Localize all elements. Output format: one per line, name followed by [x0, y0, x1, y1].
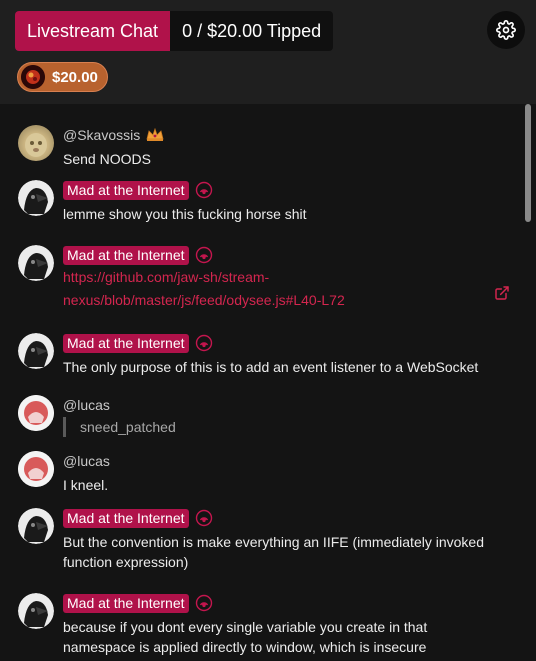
broadcast-icon: [195, 181, 212, 199]
avatar[interactable]: [18, 508, 54, 544]
broadcast-icon: [195, 334, 212, 352]
header-title-group: Livestream Chat 0 / $20.00 Tipped: [15, 11, 334, 51]
message-quote: sneed_patched: [63, 417, 514, 437]
message-author[interactable]: Mad at the Internet: [63, 180, 189, 200]
message-text-line: function expression): [63, 554, 189, 570]
chat-title: Livestream Chat: [15, 11, 171, 51]
message-text-line: But the convention is make everything an…: [63, 534, 484, 550]
message-text: because if you dont every single variabl…: [63, 617, 514, 657]
avatar[interactable]: [18, 125, 54, 161]
broadcast-icon: [195, 246, 212, 264]
message-text: The only purpose of this is to add an ev…: [63, 359, 479, 375]
message-author[interactable]: Mad at the Internet: [63, 245, 189, 265]
message-author[interactable]: Mad at the Internet: [63, 508, 189, 528]
broadcast-icon: [195, 594, 212, 612]
avatar[interactable]: [18, 245, 54, 281]
message-text-line: because if you dont every single variabl…: [63, 619, 428, 635]
settings-button[interactable]: [487, 11, 525, 49]
message-text-line: namespace is applied directly to window,…: [63, 639, 427, 655]
crown-badge-icon: [146, 128, 164, 141]
chat-header: Livestream Chat 0 / $20.00 Tipped $20.00: [0, 0, 536, 104]
message-link-line[interactable]: https://github.com/jaw-sh/stream-: [63, 266, 514, 289]
message-author[interactable]: @lucas: [63, 397, 110, 413]
message-link[interactable]: https://github.com/jaw-sh/stream- nexus/…: [63, 266, 514, 312]
chat-scrollbar[interactable]: [525, 104, 531, 222]
message-link-line[interactable]: nexus/blob/master/js/feed/odysee.js#L40-…: [63, 289, 514, 312]
tip-chip[interactable]: $20.00: [17, 62, 108, 92]
message-author[interactable]: @lucas: [63, 453, 110, 469]
message-author[interactable]: Mad at the Internet: [63, 593, 189, 613]
message-author[interactable]: @Skavossis: [63, 127, 140, 143]
gear-icon: [496, 20, 516, 40]
message-text: I kneel.: [63, 477, 109, 493]
chat-message: Mad at the Internet https://github.com/j…: [18, 245, 514, 315]
broadcast-icon: [195, 509, 212, 527]
message-text: Send NOODS: [63, 151, 151, 167]
chat-feed[interactable]: @Skavossis Send NOODS Mad at the Interne…: [0, 104, 536, 661]
message-text: But the convention is make everything an…: [63, 532, 514, 572]
avatar[interactable]: [18, 451, 54, 487]
avatar[interactable]: [18, 180, 54, 216]
message-text: lemme show you this fucking horse shit: [63, 206, 307, 222]
tip-amount: $20.00: [52, 68, 98, 86]
avatar[interactable]: [18, 333, 54, 369]
avatar[interactable]: [18, 395, 54, 431]
tipped-counter: 0 / $20.00 Tipped: [170, 11, 334, 51]
message-author[interactable]: Mad at the Internet: [63, 333, 189, 353]
tip-avatar: [21, 65, 45, 89]
avatar[interactable]: [18, 593, 54, 629]
external-link-icon[interactable]: [494, 285, 510, 301]
